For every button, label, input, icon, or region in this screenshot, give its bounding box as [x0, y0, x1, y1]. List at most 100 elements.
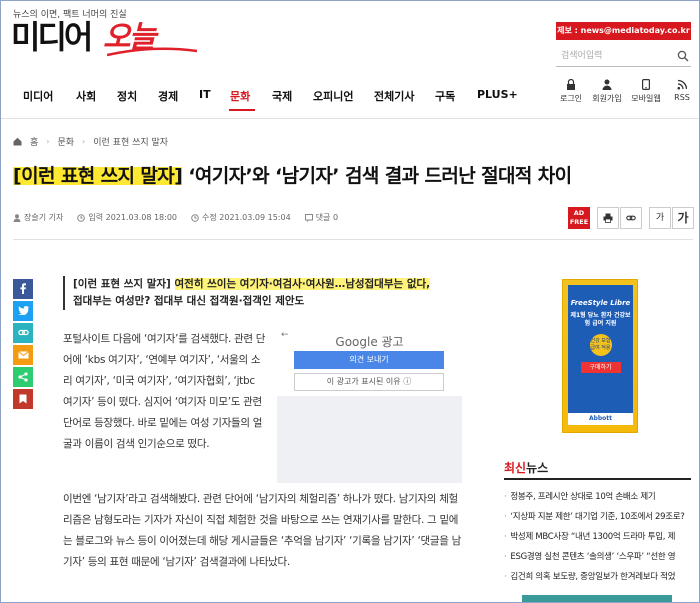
user-icon: [602, 79, 612, 90]
comment-text: 댓글 0: [315, 213, 339, 222]
ad-free-label-1: AD: [573, 209, 585, 217]
why-this-ad-button[interactable]: 이 광고가 표시된 이유 ⓘ: [294, 373, 444, 391]
author-name: 장슬기 기자: [24, 213, 64, 222]
rss-label: RSS: [674, 93, 690, 102]
search-input[interactable]: 검색어입력: [556, 45, 691, 67]
print-icon: [603, 213, 613, 223]
signup-link[interactable]: 회원가입: [587, 79, 627, 104]
nav-item-culture[interactable]: 문화: [230, 88, 250, 104]
modified-text: 수정 2021.03.09 15:04: [202, 213, 291, 222]
nav-item-opinion[interactable]: 오피니언: [313, 88, 353, 104]
share-email-button[interactable]: [13, 345, 33, 365]
side-banner-ad[interactable]: FreeStyle Libre 제1형 당뇨 환자 건강보험 급여 지원 건강 …: [562, 279, 638, 433]
nav-item-economy[interactable]: 경제: [158, 88, 178, 104]
print-button[interactable]: [597, 207, 619, 229]
page-frame: 뉴스의 이면, 팩트 너머의 진실 미디어 오늘 제보 : news@media…: [0, 0, 700, 603]
latest-news-heading-rest: 뉴스: [526, 461, 549, 475]
home-icon[interactable]: [13, 137, 22, 146]
share-icon: [18, 372, 28, 382]
list-item[interactable]: 박성제 MBC사장 “내년 1300억 드라마 투입, 제: [504, 527, 691, 547]
font-size-decrease-button[interactable]: 가: [649, 207, 671, 229]
login-link[interactable]: 로그인: [551, 79, 591, 104]
bookmark-button[interactable]: [13, 389, 33, 409]
email-icon: [17, 351, 29, 359]
link-icon: [626, 215, 636, 221]
title-text: ‘여기자’와 ‘남기자’ 검색 결과 드러난 절대적 차이: [182, 165, 572, 187]
google-ad: ← Google 광고 의견 보내기 이 광고가 표시된 이유 ⓘ: [277, 328, 462, 483]
share-facebook-button[interactable]: [13, 279, 33, 299]
share-twitter-button[interactable]: [13, 301, 33, 321]
search-placeholder: 검색어입력: [561, 51, 603, 61]
site-logo[interactable]: 미디어 오늘: [11, 17, 201, 57]
signup-label: 회원가입: [592, 94, 622, 103]
user-icon: [13, 213, 21, 222]
author[interactable]: 장슬기 기자: [13, 212, 63, 223]
nav-item-society[interactable]: 사회: [76, 88, 96, 104]
latest-news-divider: [504, 478, 691, 480]
copy-link-button[interactable]: [620, 207, 642, 229]
link-icon: [17, 329, 29, 336]
rss-icon: [677, 79, 687, 90]
lead-tag: [이런 표현 쓰지 말자]: [73, 278, 171, 290]
nav-item-plus[interactable]: PLUS+: [477, 88, 518, 101]
ad-free-button[interactable]: AD FREE: [568, 207, 590, 229]
comment-icon: [304, 213, 313, 222]
meta-divider: [13, 239, 693, 240]
latest-news-list: 정봉주, 프레시안 상대로 10억 손배소 제기 ‘지상파 지분 제한’ 대기업…: [504, 487, 691, 587]
breadcrumb-home[interactable]: 홈: [30, 135, 38, 148]
nav-item-all-articles[interactable]: 전체기사: [374, 88, 414, 104]
search-icon[interactable]: [677, 50, 689, 62]
report-email-banner[interactable]: 제보 : news@mediatoday.co.kr: [556, 22, 691, 40]
list-item[interactable]: ‘지상파 지분 제한’ 대기업 기준, 10조에서 29조로?: [504, 507, 691, 527]
clock-icon: [191, 213, 199, 222]
list-item[interactable]: 정봉주, 프레시안 상대로 10억 손배소 제기: [504, 487, 691, 507]
nav-active-indicator: [229, 109, 255, 111]
nav-item-politics[interactable]: 정치: [117, 88, 137, 104]
modified-date: 수정 2021.03.09 15:04: [191, 212, 291, 223]
breadcrumb-section[interactable]: 문화: [57, 135, 74, 148]
side-ad-footer: Abbott: [568, 413, 633, 425]
published-text: 입력 2021.03.08 18:00: [88, 213, 178, 222]
breadcrumb-series[interactable]: 이런 표현 쓰지 말자: [93, 135, 168, 148]
mobile-web-link[interactable]: 모바일웹: [626, 79, 666, 104]
list-item[interactable]: ESG경영 실천 콘텐츠 ‘솔의생’ ‘스우파’ “선한 영: [504, 547, 691, 567]
side-ad-brand: FreeStyle Libre: [570, 299, 631, 307]
article-paragraph-2: 이번엔 ‘남기자’라고 검색해봤다. 관련 단어에 ‘남기자의 체헐리즘’ 하나…: [63, 493, 461, 568]
ad-free-label-2: FREE: [569, 218, 589, 226]
logo-main: 미디어: [11, 18, 93, 56]
nav-item-it[interactable]: IT: [199, 88, 211, 101]
login-label: 로그인: [559, 94, 583, 103]
rss-link[interactable]: RSS: [662, 79, 699, 102]
lock-icon: [567, 79, 575, 90]
main-nav: 미디어 사회 정치 경제 IT 문화 국제 오피니언 전체기사 구독 PLUS+: [1, 81, 546, 111]
facebook-icon: [20, 283, 26, 294]
chevron-right-icon: ›: [82, 137, 86, 146]
latest-news-heading-red: 최신: [504, 461, 527, 475]
clock-icon: [77, 213, 86, 222]
nav-item-international[interactable]: 국제: [272, 88, 292, 104]
nav-item-media[interactable]: 미디어: [23, 88, 53, 104]
share-more-button[interactable]: [13, 367, 33, 387]
bookmark-icon: [19, 394, 27, 404]
chevron-right-icon: ›: [46, 137, 50, 146]
list-item[interactable]: 김건희 의혹 보도량, 중앙일보가 한겨레보다 적었: [504, 567, 691, 587]
bottom-banner-edge: [522, 595, 672, 602]
share-link-button[interactable]: [13, 323, 33, 343]
article-meta: 장슬기 기자 입력 2021.03.08 18:00 수정 2021.03.09…: [13, 212, 338, 223]
title-tag: [이런 표현 쓰지 말자]: [13, 165, 183, 187]
side-ad-badge: 건강 보험급여 적용: [589, 334, 612, 356]
side-ad-card: FreeStyle Libre 제1형 당뇨 환자 건강보험 급여 지원 건강 …: [568, 285, 633, 425]
lead-highlight: 여전히 쓰이는 여기자·여검사·여사원…남성접대부는 없다,: [174, 278, 431, 290]
google-ad-panel: ← Google 광고 의견 보내기 이 광고가 표시된 이유 ⓘ: [277, 328, 462, 396]
ad-feedback-button[interactable]: 의견 보내기: [294, 351, 444, 369]
side-ad-buy-button[interactable]: 구매하기: [580, 362, 621, 373]
nav-item-subscribe[interactable]: 구독: [435, 88, 455, 104]
comment-count[interactable]: 댓글 0: [304, 212, 339, 223]
logo-swoosh-icon: [107, 47, 197, 57]
breadcrumb: 홈 › 문화 › 이런 표현 쓰지 말자: [13, 135, 168, 148]
latest-news-heading: 최신뉴스: [504, 459, 548, 476]
published-date: 입력 2021.03.08 18:00: [77, 212, 177, 223]
side-ad-copy: 제1형 당뇨 환자 건강보험 급여 지원: [570, 312, 631, 327]
twitter-icon: [17, 306, 29, 316]
font-size-increase-button[interactable]: 가: [672, 207, 694, 229]
